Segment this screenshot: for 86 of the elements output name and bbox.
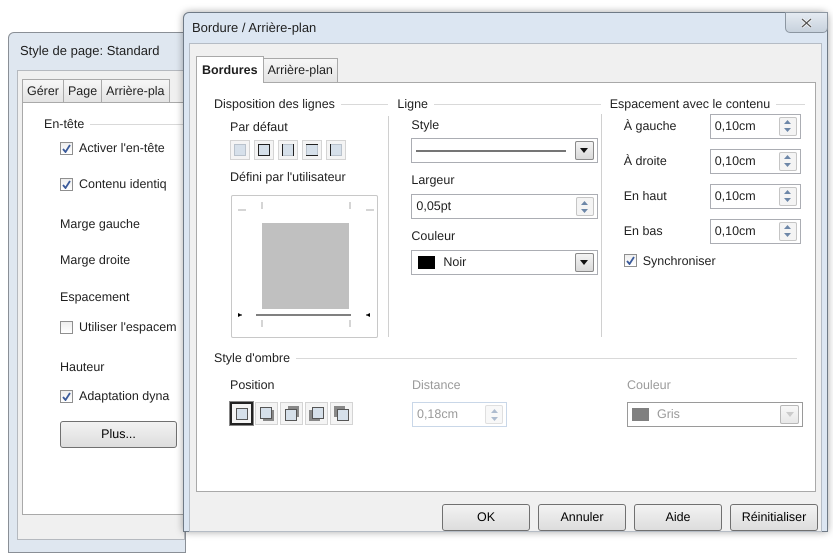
down-arrow-icon [784,163,792,167]
field-label: À droite [624,152,668,170]
field-label: En bas [624,222,664,240]
tab[interactable]: Gérer [22,78,64,102]
window-title: Style de page: Standard [19,42,160,60]
tab[interactable]: Arrière-pla [101,78,170,102]
down-arrow-icon [581,208,588,212]
group-title: Style d'ombre [214,350,290,367]
checkbox-label[interactable]: Activer l'en-tête [79,139,165,158]
dialog-button[interactable]: OK [442,504,530,531]
down-arrow-icon [784,233,792,237]
up-arrow-icon [784,190,792,194]
field-label: Distance [412,376,462,394]
spacing-field[interactable]: 0,10cm [710,148,801,174]
checkbox-label[interactable]: Contenu identiq [79,174,167,194]
dialog-button[interactable]: Annuler [538,504,626,531]
distance-field: 0,18cm [412,402,507,428]
up-arrow-icon [784,225,792,229]
spacing-field[interactable]: 0,10cm [710,114,801,138]
shadow-position-icon [257,404,276,424]
dropdown-button[interactable] [574,141,594,160]
up-arrow-icon [784,120,792,124]
checkbox[interactable] [60,320,73,334]
shadow-position-icon [307,404,326,424]
checkbox-label[interactable]: Synchroniser [642,252,716,270]
caret-icon [580,148,588,154]
checkbox[interactable] [60,178,73,191]
up-arrow-icon [490,408,498,413]
field-label: Hauteur [60,360,104,374]
shadow-position-icon [282,404,301,424]
border-preset-button[interactable] [326,140,346,160]
window-title: Bordure / Arrière-plan [191,19,318,38]
group-title: Espacement avec le contenu [610,96,770,113]
field-label: Position [230,376,276,394]
field-label: En haut [624,188,668,205]
border-preset-button[interactable] [302,140,322,160]
dropdown-button[interactable] [574,252,594,272]
field-label: Largeur [411,172,456,190]
checkbox[interactable] [60,142,73,155]
group-title: Disposition des lignes [214,96,335,113]
field-label: Couleur [627,376,672,394]
up-arrow-icon [784,155,792,159]
border-preset-button[interactable] [254,140,274,160]
field-label: Style [411,116,440,134]
field-label: Défini par l'utilisateur [230,169,347,186]
checkbox[interactable] [60,390,73,404]
field-label: Par défaut [230,118,289,136]
caret-icon [786,412,794,418]
shadow-color-dropdown: Gris [627,402,803,428]
border-preset-button[interactable] [278,140,298,160]
spin-button[interactable] [778,186,797,206]
shadow-position-button[interactable] [230,402,253,426]
line-sample-icon [416,148,566,153]
color-dropdown[interactable]: Noir [411,250,598,275]
field-label: Marge droite [60,253,130,268]
group-title: En-tête [44,116,84,134]
down-arrow-icon [784,128,792,132]
down-arrow-icon [490,416,498,421]
tab[interactable]: Arrière-plan [262,58,338,82]
group-title: Ligne [397,96,428,113]
close-button[interactable] [785,12,828,33]
more-button[interactable]: Plus... [60,421,177,448]
field-label: Espacement [60,290,130,304]
dialog-button[interactable]: Aide [634,504,722,531]
field-label: Marge gauche [60,216,140,230]
spin-button[interactable] [778,152,797,170]
spacing-field[interactable]: 0,10cm [710,218,801,244]
tab[interactable]: Bordures [196,56,264,83]
field-label: À gauche [624,118,678,135]
up-arrow-icon [581,200,588,204]
field-label: Couleur [411,228,456,245]
checkbox-label[interactable]: Utiliser l'espacem [79,318,177,336]
spin-button[interactable] [778,116,797,136]
width-field[interactable]: 0,05pt [411,194,598,219]
caret-icon [580,260,588,265]
down-arrow-icon [784,198,792,202]
checkbox-label[interactable]: Adaptation dyna [79,387,170,406]
dialog-button[interactable]: Réinitialiser [730,504,818,531]
checkbox[interactable] [624,254,637,268]
tab[interactable]: Page [62,78,102,102]
spin-button[interactable] [576,197,594,216]
spacing-field[interactable]: 0,10cm [710,184,801,208]
line-style-dropdown[interactable] [411,138,598,164]
spin-button[interactable] [778,222,797,240]
shadow-position-icon [332,404,351,424]
close-icon [801,18,812,28]
